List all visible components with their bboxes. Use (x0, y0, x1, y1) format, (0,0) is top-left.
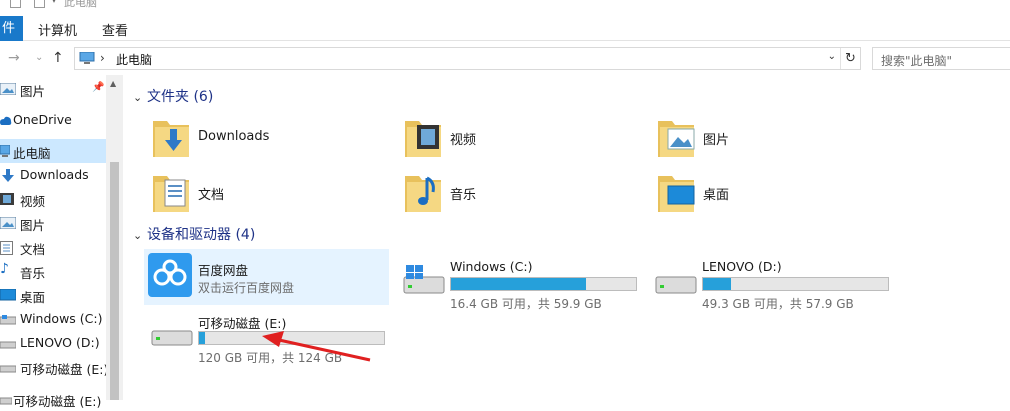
folder-downloads[interactable]: Downloads (153, 113, 393, 167)
pictures-folder-icon (658, 115, 696, 162)
drive-free-space: 49.3 GB 可用，共 57.9 GB (702, 297, 854, 311)
device-name: 百度网盘 (198, 263, 249, 278)
videos-folder-icon (405, 115, 443, 162)
address-dropdown-icon[interactable]: ⌄ (828, 51, 836, 62)
drive-name: LENOVO (D:) (702, 259, 782, 274)
music-folder-icon (405, 170, 443, 217)
device-description: 双击运行百度网盘 (198, 281, 295, 295)
sidebar-scrollbar[interactable]: ▲ (106, 75, 123, 400)
desktop-icon (0, 288, 17, 304)
drive-usage-fill (451, 278, 587, 290)
document-icon (0, 241, 13, 258)
pictures-icon (0, 216, 17, 232)
forward-arrow-icon[interactable]: → (8, 50, 20, 66)
up-arrow-icon[interactable]: ↑ (52, 50, 64, 66)
drive-usage-fill (703, 278, 731, 290)
folder-desktop[interactable]: 桌面 (658, 168, 898, 222)
sidebar-item-lenovo-d[interactable]: LENOVO (D:) (0, 331, 106, 355)
pin-icon[interactable]: 📌 (92, 82, 104, 93)
sidebar-item-music[interactable]: ♪ 音乐 (0, 259, 106, 283)
pc-icon (79, 51, 95, 68)
device-baidu-netdisk[interactable]: 百度网盘 双击运行百度网盘 (144, 249, 389, 305)
devices-section-header[interactable]: ⌄ 设备和驱动器 (4) (133, 224, 255, 244)
drive-removable-e[interactable]: 可移动磁盘 (E:) 120 GB 可用，共 124 GB (144, 303, 389, 365)
sidebar-item-videos[interactable]: 视频 (0, 187, 106, 211)
refresh-icon[interactable]: ↻ (840, 48, 860, 69)
search-placeholder: 搜索"此电脑" (881, 54, 953, 68)
sidebar-item-desktop[interactable]: 桌面 (0, 283, 106, 307)
usb-drive-icon (0, 393, 13, 408)
main-content: ⌄ 文件夹 (6) Downloads 视频 图片 文档 音乐 桌面 ⌄ 设备和… (123, 75, 1010, 400)
scrollbar-thumb[interactable] (110, 162, 119, 400)
window-title: 此电脑 (64, 0, 97, 9)
desktop-folder-icon (658, 170, 696, 217)
tab-file[interactable]: 件 (0, 16, 23, 42)
sidebar-item-removable-e-root[interactable]: 可移动磁盘 (E:) (0, 387, 106, 411)
tab-view[interactable]: 查看 (102, 20, 128, 39)
pc-icon (0, 144, 11, 160)
downloads-folder-icon (153, 115, 191, 162)
breadcrumb-separator-icon[interactable]: › (100, 51, 105, 65)
quick-access-dropdown-icon[interactable]: ▾ (52, 0, 56, 5)
usb-drive-icon (0, 361, 17, 376)
drive-usage-bar (198, 331, 385, 345)
drive-windows-c[interactable]: Windows (C:) 16.4 GB 可用，共 59.9 GB (396, 249, 641, 311)
sidebar-item-pictures[interactable]: 图片 (0, 211, 106, 235)
address-bar-row: → ⌄ ↑ › 此电脑 ⌄ ↻ 搜索"此电脑" (0, 41, 1010, 75)
music-icon: ♪ (0, 261, 9, 277)
documents-folder-icon (153, 170, 191, 217)
sidebar-item-this-pc[interactable]: 此电脑 (0, 139, 106, 163)
recent-locations-chevron-icon[interactable]: ⌄ (35, 52, 43, 63)
title-bar: ▾ 此电脑 (0, 0, 1010, 10)
drive-name: Windows (C:) (450, 259, 533, 274)
drive-name: 可移动磁盘 (E:) (198, 316, 287, 331)
chevron-down-icon[interactable]: ⌄ (133, 229, 147, 242)
folder-documents[interactable]: 文档 (153, 168, 393, 222)
address-field[interactable]: › 此电脑 ⌄ ↻ (74, 47, 861, 70)
folders-section-header[interactable]: ⌄ 文件夹 (6) (133, 86, 213, 106)
windows-drive-icon (402, 263, 446, 300)
drive-icon (0, 337, 17, 352)
pictures-icon (0, 82, 17, 98)
ribbon: 件 计算机 查看 (0, 10, 1010, 42)
folder-pictures[interactable]: 图片 (658, 113, 898, 167)
hard-drive-icon (654, 263, 698, 300)
folder-videos[interactable]: 视频 (405, 113, 645, 167)
video-icon (0, 193, 14, 208)
download-icon (0, 169, 16, 186)
breadcrumb-this-pc[interactable]: 此电脑 (116, 51, 152, 68)
baidu-netdisk-icon (148, 253, 192, 300)
removable-drive-icon (150, 317, 194, 354)
drive-usage-fill (199, 332, 205, 344)
sidebar-item-documents[interactable]: 文档 (0, 235, 106, 259)
sidebar-item-removable-e[interactable]: 可移动磁盘 (E:) (0, 355, 108, 379)
navigation-pane: 图片 📌 OneDrive 此电脑 Downloads 视频 图片 文档 ♪ 音… (0, 75, 108, 409)
drive-free-space: 16.4 GB 可用，共 59.9 GB (450, 297, 602, 311)
drive-usage-bar (702, 277, 889, 291)
sidebar-item-windows-c[interactable]: Windows (C:) (0, 307, 106, 331)
drive-free-space: 120 GB 可用，共 124 GB (198, 351, 343, 365)
sidebar-item-downloads[interactable]: Downloads (0, 163, 106, 187)
search-input[interactable]: 搜索"此电脑" (872, 47, 1010, 70)
drive-lenovo-d[interactable]: LENOVO (D:) 49.3 GB 可用，共 57.9 GB (648, 249, 893, 311)
sidebar-item-onedrive[interactable]: OneDrive (0, 108, 106, 132)
blank-page-icon[interactable] (34, 0, 45, 8)
checkbox-icon[interactable] (10, 0, 21, 8)
chevron-down-icon[interactable]: ⌄ (133, 91, 147, 104)
drive-icon (0, 313, 17, 328)
drive-usage-bar (450, 277, 637, 291)
scroll-up-arrow-icon[interactable]: ▲ (110, 79, 116, 88)
cloud-icon (0, 114, 12, 129)
tab-computer[interactable]: 计算机 (38, 20, 77, 39)
sidebar-item-pictures-pinned[interactable]: 图片 📌 (0, 77, 106, 101)
folder-music[interactable]: 音乐 (405, 168, 645, 222)
